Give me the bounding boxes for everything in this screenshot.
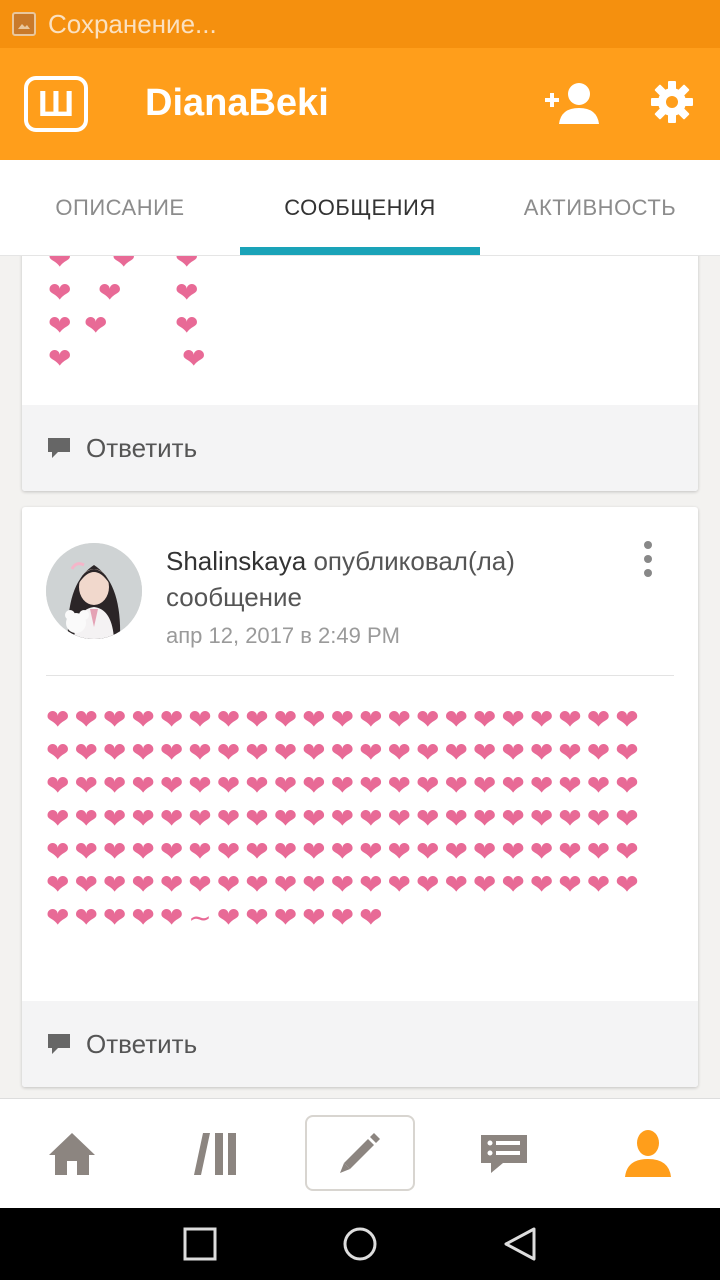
post-body: ❤❤❤❤❤❤❤❤❤❤❤❤❤❤❤❤❤❤❤❤❤❤❤❤❤❤❤❤❤❤❤❤❤❤❤❤❤❤❤❤… bbox=[46, 703, 644, 934]
add-user-icon bbox=[545, 83, 599, 124]
square-icon bbox=[183, 1227, 217, 1261]
tab-description[interactable]: ОПИСАНИЕ bbox=[0, 160, 240, 256]
more-vert-icon bbox=[644, 541, 652, 577]
heart-icon: ❤ bbox=[48, 342, 72, 375]
heart-icon: ❤ bbox=[84, 309, 108, 342]
heart-icon: ❤ bbox=[98, 276, 122, 309]
circle-icon bbox=[343, 1227, 377, 1261]
heart-icon: ❤ bbox=[48, 256, 72, 276]
recents-button[interactable] bbox=[182, 1226, 218, 1262]
tab-bar: ОПИСАНИЕ СООБЩЕНИЯ АКТИВНОСТЬ bbox=[0, 160, 720, 256]
avatar-image bbox=[46, 543, 142, 639]
divider bbox=[46, 675, 674, 676]
post-card: ❤ ❤ ❤ ❤ ❤ ❤ ❤ ❤ ❤ ❤ ❤ Ответить bbox=[22, 256, 698, 491]
reply-label: Ответить bbox=[86, 1028, 198, 1059]
profile-icon bbox=[625, 1130, 671, 1177]
back-button[interactable] bbox=[502, 1226, 538, 1262]
heart-icon: ❤ bbox=[175, 256, 199, 276]
heart-icon: ❤ bbox=[48, 309, 72, 342]
home-icon bbox=[49, 1133, 95, 1175]
tab-indicator bbox=[240, 247, 480, 255]
tab-messages[interactable]: СООБЩЕНИЯ bbox=[240, 160, 480, 256]
bottom-nav bbox=[0, 1098, 720, 1208]
library-icon bbox=[194, 1133, 236, 1175]
compose-button[interactable] bbox=[305, 1115, 415, 1191]
heart-icon: ❤ bbox=[182, 342, 206, 375]
post-menu-button[interactable] bbox=[638, 539, 658, 579]
system-nav-bar bbox=[0, 1208, 720, 1280]
reply-button[interactable]: Ответить bbox=[22, 405, 698, 491]
post-card: Shalinskaya опубликовал(ла) сообщение ап… bbox=[22, 507, 698, 1087]
reply-label: Ответить bbox=[86, 432, 198, 463]
comment-icon bbox=[48, 1034, 70, 1054]
author-name[interactable]: Shalinskaya bbox=[166, 546, 306, 576]
reply-button[interactable]: Ответить bbox=[22, 1001, 698, 1087]
heart-icon: ❤ bbox=[175, 276, 199, 309]
heart-icon: ❤ bbox=[175, 309, 199, 342]
nav-home-button[interactable] bbox=[0, 1099, 144, 1209]
messages-icon bbox=[481, 1135, 527, 1173]
pencil-icon bbox=[340, 1133, 380, 1173]
settings-button[interactable] bbox=[650, 80, 694, 124]
messages-feed[interactable]: ❤ ❤ ❤ ❤ ❤ ❤ ❤ ❤ ❤ ❤ ❤ Ответить Shalinska… bbox=[0, 256, 720, 1098]
post-author-line: Shalinskaya опубликовал(ла) сообщение bbox=[166, 543, 586, 615]
nav-profile-button[interactable] bbox=[576, 1099, 720, 1209]
heart-icon: ❤ bbox=[48, 276, 72, 309]
back-triangle-icon bbox=[504, 1227, 536, 1261]
tab-activity[interactable]: АКТИВНОСТЬ bbox=[480, 160, 720, 256]
status-text: Сохранение... bbox=[48, 8, 217, 39]
nav-library-button[interactable] bbox=[144, 1099, 288, 1209]
logo-letter: Ш bbox=[37, 83, 75, 124]
gear-icon bbox=[651, 81, 693, 123]
image-icon bbox=[12, 12, 36, 36]
post-date: апр 12, 2017 в 2:49 PM bbox=[166, 623, 400, 648]
page-title: DianaBeki bbox=[145, 82, 329, 124]
status-bar: Сохранение... bbox=[0, 0, 720, 48]
nav-messages-button[interactable] bbox=[432, 1099, 576, 1209]
add-user-button[interactable] bbox=[543, 80, 601, 128]
avatar[interactable] bbox=[46, 543, 142, 639]
home-system-button[interactable] bbox=[342, 1226, 378, 1262]
app-bar: Ш DianaBeki bbox=[0, 48, 720, 160]
heart-icon: ❤ bbox=[112, 256, 136, 276]
app-logo[interactable]: Ш bbox=[24, 76, 88, 132]
comment-icon bbox=[48, 438, 70, 458]
